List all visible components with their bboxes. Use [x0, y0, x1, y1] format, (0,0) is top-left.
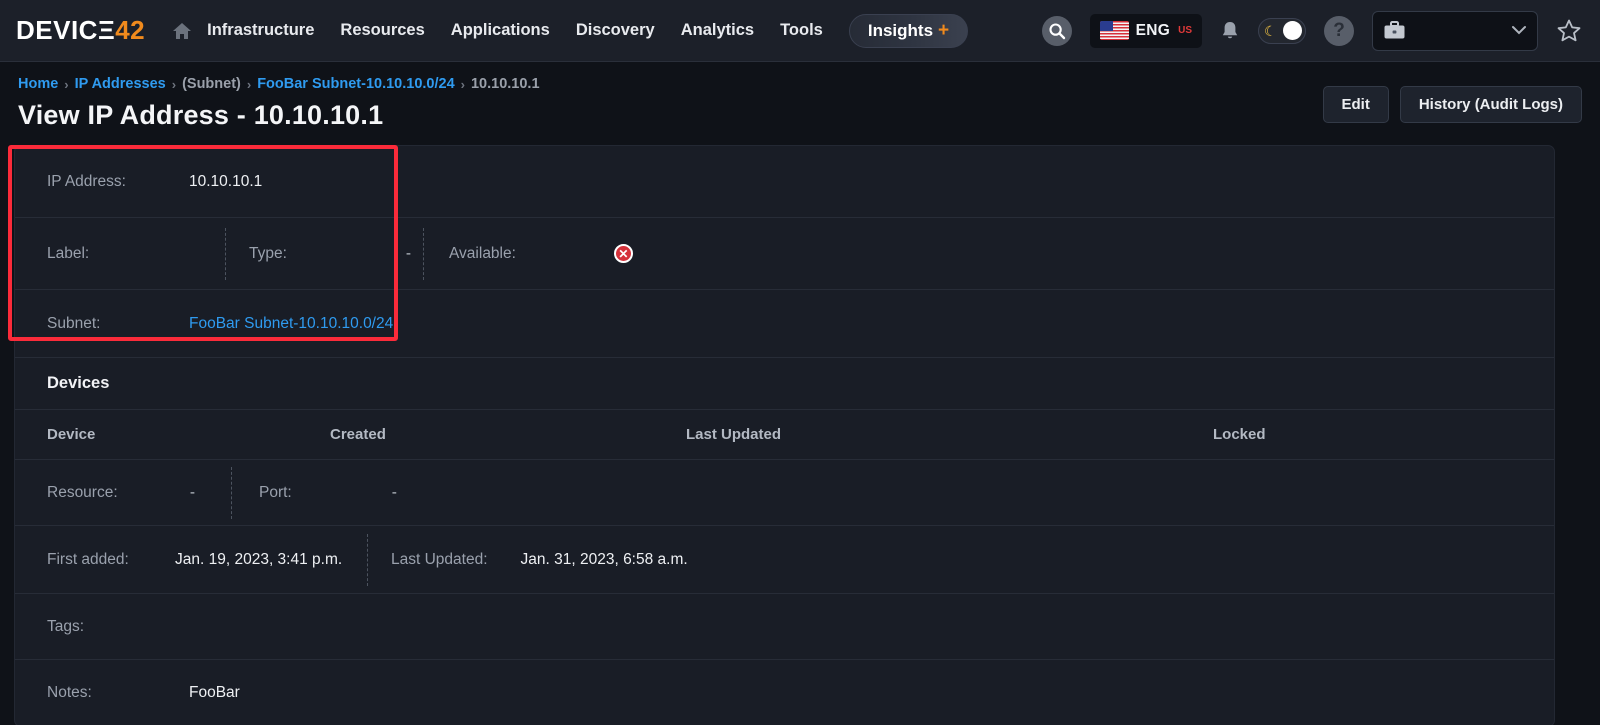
column-header-device: Device [15, 426, 330, 443]
first-added-field: First added: Jan. 19, 2023, 3:41 p.m. [47, 526, 367, 593]
row-resource-port: Resource: - Port: - [15, 460, 1554, 526]
ip-address-label: IP Address: [47, 173, 189, 191]
workspace-select[interactable] [1372, 11, 1538, 51]
device42-logo[interactable]: DEVICΞ42 [16, 15, 145, 46]
devices-table-header: Device Created Last Updated Locked [15, 410, 1554, 460]
breadcrumb-separator: › [247, 77, 251, 92]
language-selector[interactable]: ENG US [1090, 14, 1202, 48]
insights-plus-icon: + [938, 21, 949, 40]
devices-section-title: Devices [15, 358, 1554, 410]
nav-link-discovery[interactable]: Discovery [576, 21, 655, 40]
logo-text-orange: 42 [115, 15, 145, 46]
insights-button[interactable]: Insights + [849, 14, 968, 48]
breadcrumb-item-subnet: (Subnet) [182, 76, 241, 92]
tags-label: Tags: [47, 618, 84, 636]
breadcrumb-separator: › [172, 77, 176, 92]
nav-link-applications[interactable]: Applications [451, 21, 550, 40]
resource-field: Resource: - [47, 460, 229, 525]
question-mark-icon[interactable]: ? [1324, 16, 1354, 46]
row-label-type-available: Label: Type: - Available: ✕ [15, 218, 1554, 290]
language-code: ENG [1136, 22, 1171, 40]
primary-nav: Infrastructure Resources Applications Di… [207, 21, 823, 40]
home-icon[interactable] [171, 21, 193, 41]
last-updated-label: Last Updated: [391, 551, 488, 569]
toggle-knob [1283, 21, 1302, 40]
row-ip-address: IP Address: 10.10.10.1 [15, 146, 1554, 218]
briefcase-icon [1383, 20, 1406, 41]
breadcrumb-separator: › [64, 77, 68, 92]
subnet-value-link[interactable]: FooBar Subnet-10.10.10.0/24 [189, 315, 393, 333]
nav-link-analytics[interactable]: Analytics [681, 21, 754, 40]
bell-icon[interactable] [1220, 20, 1240, 42]
first-added-label: First added: [47, 551, 175, 569]
type-field: Type: - [225, 218, 423, 289]
column-header-last-updated: Last Updated [686, 426, 1213, 443]
first-added-value: Jan. 19, 2023, 3:41 p.m. [175, 551, 342, 569]
available-field: Available: ✕ [423, 218, 633, 289]
label-field: Label: [47, 218, 225, 289]
theme-toggle[interactable]: ☾ [1258, 18, 1306, 44]
type-value: - [406, 245, 423, 263]
page-actions: Edit History (Audit Logs) [1323, 86, 1583, 123]
error-x-icon: ✕ [614, 244, 633, 263]
type-label: Type: [249, 245, 287, 263]
notes-label: Notes: [47, 684, 189, 702]
subnet-label: Subnet: [47, 315, 189, 333]
available-label: Available: [449, 245, 516, 263]
language-region: US [1178, 25, 1192, 36]
breadcrumb-item-foobar-subnet[interactable]: FooBar Subnet-10.10.10.0/24 [257, 76, 454, 92]
row-notes: Notes: FooBar [15, 660, 1554, 725]
port-value: - [392, 484, 397, 502]
row-tags: Tags: [15, 594, 1554, 660]
breadcrumb-item-ip-addresses[interactable]: IP Addresses [75, 76, 166, 92]
nav-link-tools[interactable]: Tools [780, 21, 823, 40]
port-label: Port: [259, 484, 292, 502]
port-field: Port: - [229, 460, 397, 525]
row-subnet: Subnet: FooBar Subnet-10.10.10.0/24 [15, 290, 1554, 358]
page-header: Home › IP Addresses › (Subnet) › FooBar … [0, 62, 1600, 131]
nav-link-infrastructure[interactable]: Infrastructure [207, 21, 314, 40]
resource-label: Resource: [47, 484, 118, 502]
moon-icon: ☾ [1264, 22, 1277, 40]
row-first-added-last-updated: First added: Jan. 19, 2023, 3:41 p.m. La… [15, 526, 1554, 594]
star-icon[interactable] [1556, 18, 1582, 44]
navbar-right-tools: ENG US ☾ ? [1042, 11, 1582, 51]
history-audit-logs-button[interactable]: History (Audit Logs) [1400, 86, 1582, 123]
insights-label: Insights [868, 21, 933, 41]
top-navbar: DEVICΞ42 Infrastructure Resources Applic… [0, 0, 1600, 62]
breadcrumb-separator: › [461, 77, 465, 92]
nav-link-resources[interactable]: Resources [340, 21, 424, 40]
ip-address-detail-card: IP Address: 10.10.10.1 Label: Type: - Av… [14, 145, 1555, 725]
ip-address-value: 10.10.10.1 [189, 173, 262, 191]
column-header-created: Created [330, 426, 686, 443]
breadcrumb-item-current: 10.10.10.1 [471, 76, 540, 92]
logo-text-white: DEVICΞ [16, 15, 115, 46]
us-flag-icon [1100, 21, 1129, 40]
last-updated-field: Last Updated: Jan. 31, 2023, 6:58 a.m. [367, 526, 688, 593]
edit-button[interactable]: Edit [1323, 86, 1389, 123]
column-header-locked: Locked [1213, 426, 1554, 443]
last-updated-value: Jan. 31, 2023, 6:58 a.m. [521, 551, 688, 569]
resource-value: - [190, 484, 229, 502]
notes-value: FooBar [189, 684, 240, 702]
search-icon[interactable] [1042, 16, 1072, 46]
breadcrumb-item-home[interactable]: Home [18, 76, 58, 92]
chevron-down-icon [1511, 22, 1527, 40]
label-label: Label: [47, 245, 89, 263]
